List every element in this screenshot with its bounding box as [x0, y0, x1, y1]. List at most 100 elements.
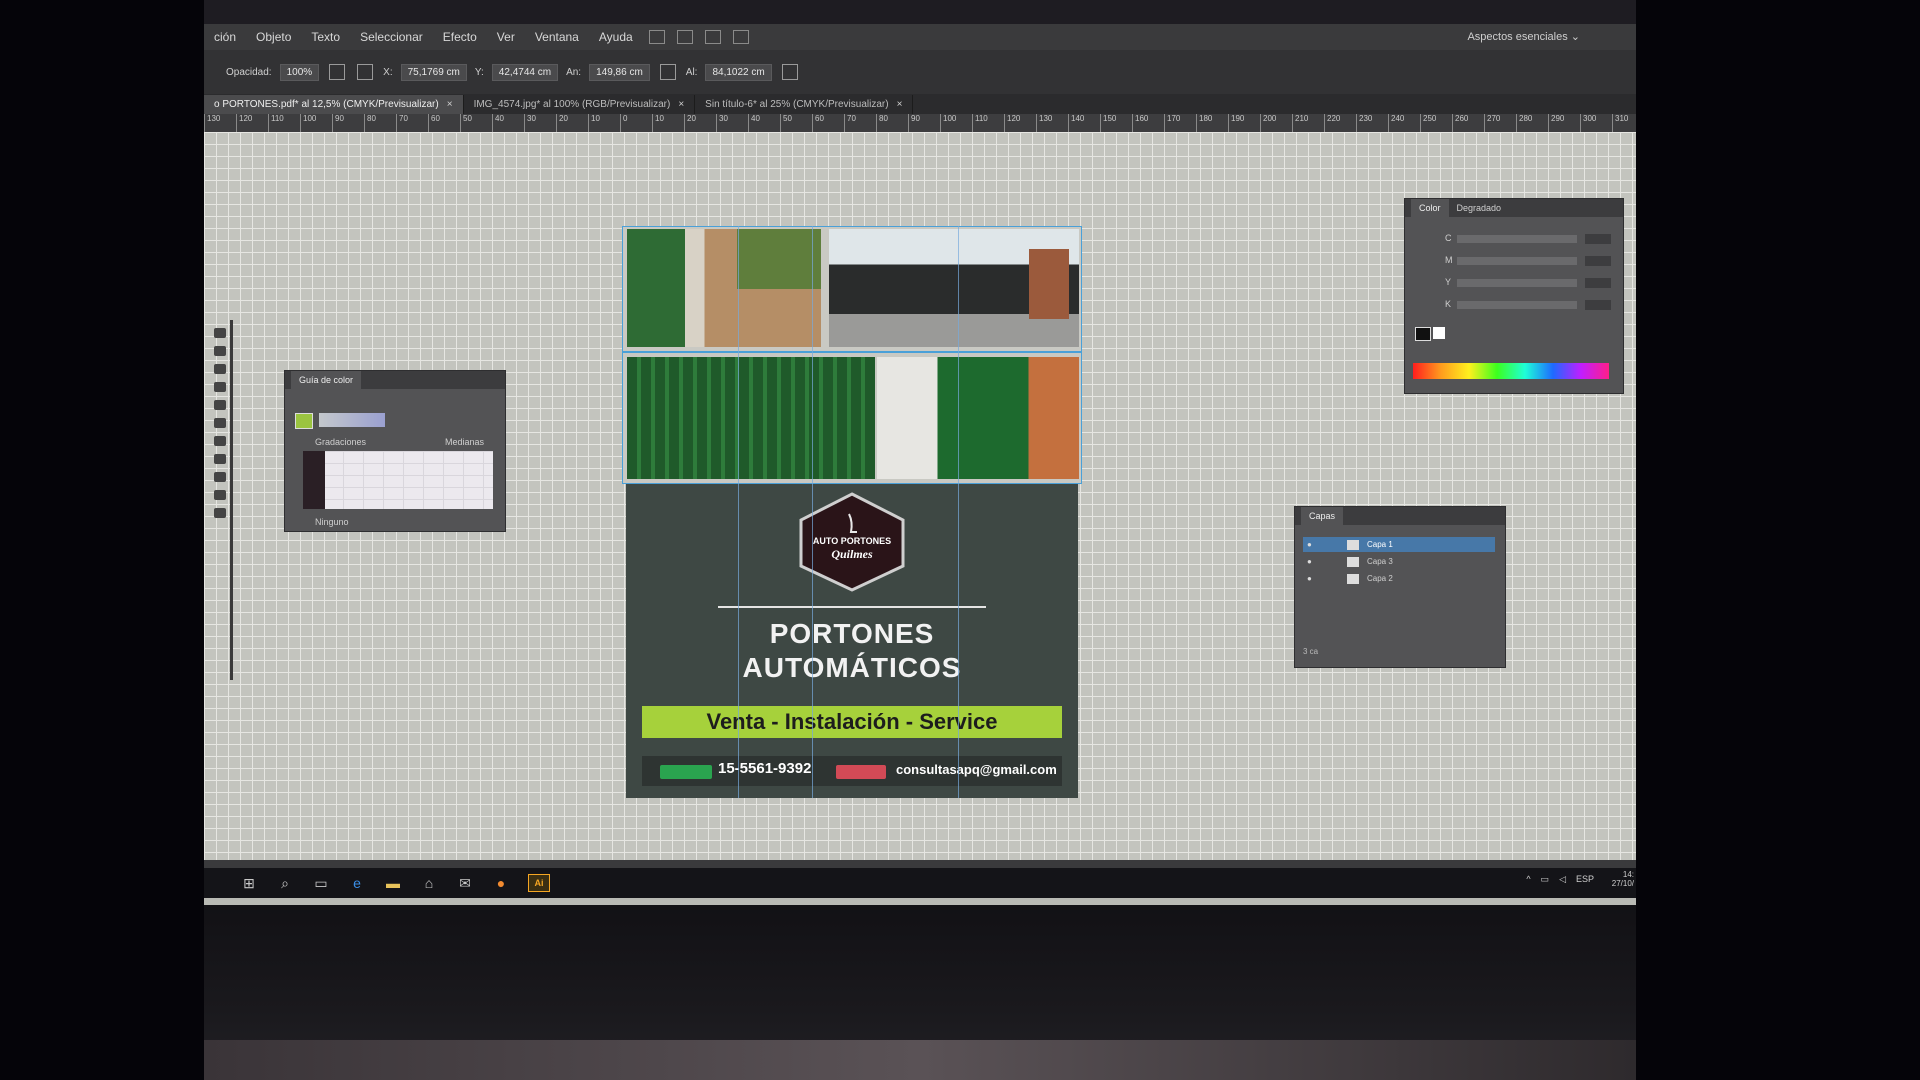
network-icon[interactable]: ▭	[1541, 874, 1550, 885]
layer-row[interactable]: ● Capa 2	[1303, 571, 1495, 586]
panel-tab-layers[interactable]: Capas	[1301, 507, 1344, 525]
stock-icon[interactable]	[676, 30, 693, 44]
photo-green-gate[interactable]	[627, 229, 821, 347]
fill-stroke-icon[interactable]	[214, 508, 226, 518]
magenta-value[interactable]	[1585, 256, 1611, 266]
flyer-artwork[interactable]: AUTO PORTONES Quilmes PORTONES AUTOMÁTIC…	[622, 226, 1082, 798]
zoom-tool-icon[interactable]	[214, 490, 226, 500]
flyer-headline-line2: AUTOMÁTICOS	[742, 652, 962, 683]
panel-header[interactable]: Guía de color	[285, 371, 505, 389]
file-explorer-icon[interactable]: ▬	[384, 875, 402, 891]
panel-tab-color[interactable]: Color	[1411, 199, 1449, 217]
photo-gate-door[interactable]	[877, 357, 1079, 479]
cyan-value[interactable]	[1585, 234, 1611, 244]
photo-black-gate[interactable]	[829, 229, 1079, 347]
eyedropper-tool-icon[interactable]	[214, 454, 226, 464]
menu-item-selection[interactable]: Seleccionar	[350, 30, 433, 44]
layer-row[interactable]: ● Capa 3	[1303, 554, 1495, 569]
volume-icon[interactable]: ◁	[1559, 874, 1566, 885]
arrange-documents-icon[interactable]	[704, 30, 721, 44]
photo-row-middle[interactable]	[622, 352, 1082, 484]
base-color-swatch[interactable]	[295, 413, 313, 429]
y-position-field[interactable]: 42,4744 cm	[491, 63, 559, 81]
x-position-field[interactable]: 75,1769 cm	[400, 63, 467, 81]
panel-tab-color-guide[interactable]: Guía de color	[291, 371, 362, 389]
flyer-body[interactable]: AUTO PORTONES Quilmes PORTONES AUTOMÁTIC…	[626, 484, 1078, 798]
magenta-slider[interactable]	[1457, 257, 1577, 265]
eye-icon[interactable]: ●	[1307, 537, 1317, 552]
width-field[interactable]: 149,86 cm	[589, 63, 650, 81]
layer-row[interactable]: ● Capa 1	[1303, 537, 1495, 552]
panel-tab-gradient[interactable]: Degradado	[1449, 199, 1510, 217]
flyer-phone: 15-5561-9392	[718, 760, 812, 777]
hand-tool-icon[interactable]	[214, 472, 226, 482]
ruler-tick: 0	[620, 114, 652, 132]
edge-browser-icon[interactable]: e	[348, 875, 366, 891]
chevron-up-icon[interactable]: ^	[1526, 874, 1530, 885]
color-panel[interactable]: Color Degradado C M Y K	[1404, 198, 1624, 394]
shape-tool-icon[interactable]	[214, 382, 226, 392]
opacity-field[interactable]: 100%	[279, 63, 320, 81]
bridge-icon[interactable]	[648, 30, 665, 44]
photo-gate-bars[interactable]	[627, 357, 875, 479]
black-slider[interactable]	[1457, 301, 1577, 309]
menu-item-effect[interactable]: Efecto	[433, 30, 487, 44]
rotate-tool-icon[interactable]	[214, 418, 226, 428]
stroke-swatch[interactable]	[1433, 327, 1445, 339]
tab-sin-titulo[interactable]: Sin título-6* al 25% (CMYK/Previsualizar…	[695, 95, 914, 114]
menu-item-text[interactable]: Texto	[301, 30, 350, 44]
mail-app-icon[interactable]: ✉	[456, 875, 474, 891]
height-field[interactable]: 84,1022 cm	[705, 63, 772, 81]
eye-icon[interactable]: ●	[1307, 554, 1317, 569]
menu-item-help[interactable]: Ayuda	[589, 30, 643, 44]
menu-item-select[interactable]: ción	[204, 30, 246, 44]
layers-panel[interactable]: Capas ● Capa 1 ● Capa 3 ● Capa 2 3 ca	[1294, 506, 1506, 668]
link-icon[interactable]	[659, 64, 676, 80]
pen-tool-icon[interactable]	[214, 346, 226, 356]
close-icon[interactable]: ×	[447, 99, 453, 110]
eye-icon[interactable]: ●	[1307, 571, 1317, 586]
cyan-slider[interactable]	[1457, 235, 1577, 243]
transform-icon[interactable]	[329, 64, 346, 80]
guide-line[interactable]	[738, 226, 739, 798]
color-guide-panel[interactable]: Guía de color Gradaciones Medianas Ningu…	[284, 370, 506, 532]
harmony-strip[interactable]	[319, 413, 385, 427]
brush-tool-icon[interactable]	[214, 400, 226, 410]
black-value[interactable]	[1585, 300, 1611, 310]
gpu-performance-icon[interactable]	[732, 30, 749, 44]
task-view-icon[interactable]: ▭	[312, 875, 330, 891]
x-label: X:	[383, 66, 393, 78]
selection-tool-icon[interactable]	[214, 328, 226, 338]
tab-portones-pdf[interactable]: o PORTONES.pdf* al 12,5% (CMYK/Previsual…	[204, 95, 464, 114]
yellow-slider[interactable]	[1457, 279, 1577, 287]
firefox-icon[interactable]: ●	[492, 875, 510, 891]
workspace-switcher[interactable]: Aspectos esenciales ⌄	[1467, 30, 1580, 43]
close-icon[interactable]: ×	[678, 99, 684, 110]
tab-img-jpg[interactable]: IMG_4574.jpg* al 100% (RGB/Previsualizar…	[463, 95, 696, 114]
reference-point-icon[interactable]	[357, 64, 374, 80]
menu-item-object[interactable]: Objeto	[246, 30, 301, 44]
menu-item-view[interactable]: Ver	[487, 30, 525, 44]
windows-start-icon[interactable]: ⊞	[240, 875, 258, 891]
illustrator-app-icon[interactable]: Ai	[528, 874, 550, 892]
guide-line[interactable]	[958, 226, 959, 798]
color-spectrum[interactable]	[1413, 363, 1609, 379]
tab-label: Sin título-6* al 25% (CMYK/Previsualizar…	[705, 99, 889, 110]
color-variations-grid[interactable]	[303, 451, 493, 509]
gradient-tool-icon[interactable]	[214, 436, 226, 446]
panel-header[interactable]: Capas	[1295, 507, 1505, 525]
photo-row-top[interactable]	[622, 226, 1082, 352]
yellow-value[interactable]	[1585, 278, 1611, 288]
language-indicator[interactable]: ESP	[1576, 874, 1594, 885]
fill-swatch[interactable]	[1415, 327, 1431, 341]
store-icon[interactable]: ⌂	[420, 875, 438, 891]
panel-header[interactable]: Color Degradado	[1405, 199, 1623, 217]
close-icon[interactable]: ×	[897, 99, 903, 110]
clock[interactable]: 14: 27/10/	[1612, 870, 1634, 888]
type-tool-icon[interactable]	[214, 364, 226, 374]
guide-line[interactable]	[812, 226, 813, 798]
search-icon[interactable]: ⌕	[276, 875, 294, 891]
fit-artboard-icon[interactable]	[781, 64, 798, 80]
horizontal-ruler[interactable]: 130 120 110 100 90 80 70 60 50 40 30 20 10 0 10 20 30 40 5…	[204, 114, 1636, 132]
menu-item-window[interactable]: Ventana	[525, 30, 589, 44]
